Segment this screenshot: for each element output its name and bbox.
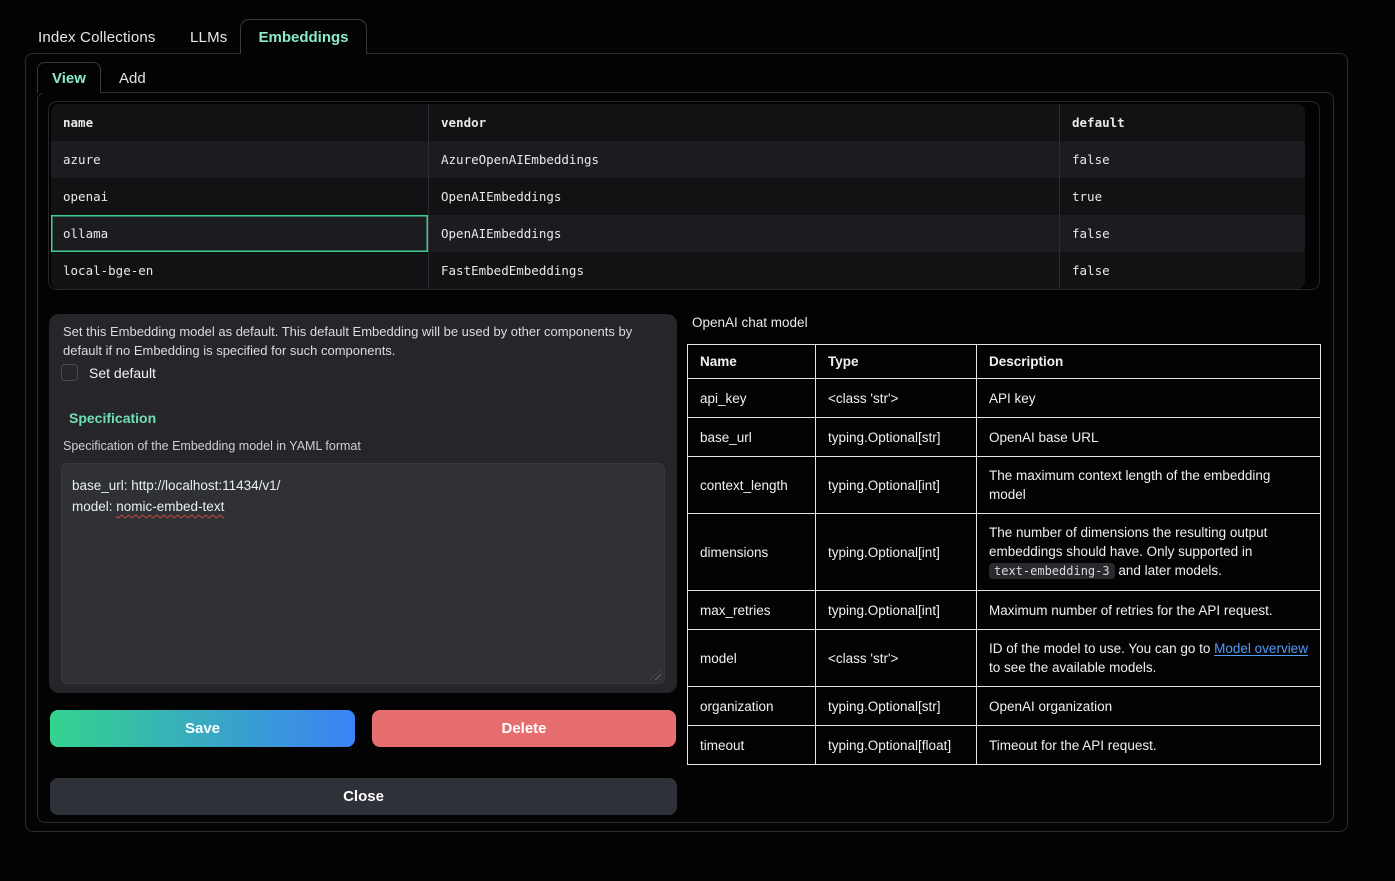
doc-cell-type: typing.Optional[str]: [816, 418, 977, 457]
doc-text: The maximum context length of the embedd…: [989, 468, 1270, 502]
doc-cell-name: dimensions: [688, 514, 816, 591]
default-settings-card: Set this Embedding model as default. Thi…: [49, 314, 677, 693]
app-window: Index Collections LLMs Embeddings View A…: [0, 0, 1395, 881]
doc-cell-description: The maximum context length of the embedd…: [977, 457, 1321, 514]
doc-cell-description: Timeout for the API request.: [977, 726, 1321, 765]
tab-llms[interactable]: LLMs: [190, 29, 227, 46]
embeddings-table-header-row: name vendor default: [51, 104, 1305, 141]
model-doc-header-row: Name Type Description: [688, 345, 1321, 379]
doc-cell-name: context_length: [688, 457, 816, 514]
doc-cell-description: Maximum number of retries for the API re…: [977, 591, 1321, 630]
doc-text: and later models.: [1115, 563, 1222, 578]
doc-cell-type: typing.Optional[int]: [816, 514, 977, 591]
set-default-checkbox[interactable]: [61, 364, 78, 381]
doc-text: OpenAI base URL: [989, 430, 1099, 445]
doc-row: timeouttyping.Optional[float] Timeout for…: [688, 726, 1321, 765]
cell-default[interactable]: false: [1060, 215, 1305, 252]
cell-name[interactable]: ollama: [51, 215, 429, 252]
cell-default[interactable]: true: [1060, 178, 1305, 215]
close-button[interactable]: Close: [50, 778, 677, 815]
set-default-row: Set default: [61, 364, 156, 381]
yaml-model-value: nomic-embed-text: [116, 499, 224, 514]
table-row[interactable]: ollamaOpenAIEmbeddingsfalse: [51, 215, 1305, 252]
embeddings-table: name vendor default azureAzureOpenAIEmbe…: [51, 104, 1305, 289]
table-row[interactable]: openaiOpenAIEmbeddingstrue: [51, 178, 1305, 215]
doc-cell-type: typing.Optional[float]: [816, 726, 977, 765]
tab-embeddings-label: Embeddings: [258, 29, 348, 46]
cell-name[interactable]: openai: [51, 178, 429, 215]
cell-vendor[interactable]: OpenAIEmbeddings: [429, 178, 1060, 215]
column-header-vendor: vendor: [429, 104, 1060, 141]
doc-text: The number of dimensions the resulting o…: [989, 525, 1267, 559]
code-chip: text-embedding-3: [989, 563, 1115, 579]
doc-text: to see the available models.: [989, 660, 1156, 675]
doc-cell-type: typing.Optional[int]: [816, 591, 977, 630]
resize-handle-icon[interactable]: [650, 669, 661, 680]
set-default-label[interactable]: Set default: [89, 365, 156, 381]
doc-cell-type: <class 'str'>: [816, 630, 977, 687]
doc-row: api_key<class 'str'> API key: [688, 379, 1321, 418]
doc-cell-name: max_retries: [688, 591, 816, 630]
embeddings-table-body: azureAzureOpenAIEmbeddingsfalseopenaiOpe…: [51, 141, 1305, 289]
cell-name[interactable]: local-bge-en: [51, 252, 429, 289]
model-doc-title: OpenAI chat model: [692, 315, 808, 330]
embeddings-table-container: name vendor default azureAzureOpenAIEmbe…: [48, 101, 1320, 290]
doc-cell-description: API key: [977, 379, 1321, 418]
doc-text: Maximum number of retries for the API re…: [989, 603, 1273, 618]
doc-row: context_lengthtyping.Optional[int] The ma…: [688, 457, 1321, 514]
doc-column-name: Name: [688, 345, 816, 379]
tab-add[interactable]: Add: [119, 70, 146, 87]
doc-cell-name: organization: [688, 687, 816, 726]
doc-text: Timeout for the API request.: [989, 738, 1157, 753]
doc-row: base_urltyping.Optional[str] OpenAI base …: [688, 418, 1321, 457]
doc-cell-type: typing.Optional[str]: [816, 687, 977, 726]
yaml-spec-editor[interactable]: base_url: http://localhost:11434/v1/ mod…: [61, 463, 665, 684]
doc-cell-name: model: [688, 630, 816, 687]
table-row[interactable]: local-bge-enFastEmbedEmbeddingsfalse: [51, 252, 1305, 289]
cell-default[interactable]: false: [1060, 252, 1305, 289]
doc-cell-description: OpenAI organization: [977, 687, 1321, 726]
doc-cell-type: typing.Optional[int]: [816, 457, 977, 514]
tab-embeddings[interactable]: Embeddings: [240, 19, 367, 54]
tab-index-collections[interactable]: Index Collections: [38, 29, 156, 46]
cell-default[interactable]: false: [1060, 141, 1305, 178]
doc-cell-type: <class 'str'>: [816, 379, 977, 418]
save-button[interactable]: Save: [50, 710, 355, 747]
yaml-line-2: model: nomic-embed-text: [72, 496, 654, 517]
tab-view-label: View: [52, 70, 86, 87]
model-doc-table-body: api_key<class 'str'>API keybase_urltypin…: [688, 379, 1321, 765]
doc-row: organizationtyping.Optional[str] OpenAI o…: [688, 687, 1321, 726]
table-row[interactable]: azureAzureOpenAIEmbeddingsfalse: [51, 141, 1305, 178]
doc-text: API key: [989, 391, 1036, 406]
doc-cell-description: ID of the model to use. You can go to Mo…: [977, 630, 1321, 687]
cell-vendor[interactable]: FastEmbedEmbeddings: [429, 252, 1060, 289]
cell-name[interactable]: azure: [51, 141, 429, 178]
doc-column-type: Type: [816, 345, 977, 379]
doc-cell-name: base_url: [688, 418, 816, 457]
view-panel: name vendor default azureAzureOpenAIEmbe…: [37, 92, 1334, 823]
cell-vendor[interactable]: OpenAIEmbeddings: [429, 215, 1060, 252]
delete-button[interactable]: Delete: [372, 710, 676, 747]
doc-row: dimensionstyping.Optional[int] The number…: [688, 514, 1321, 591]
doc-cell-name: timeout: [688, 726, 816, 765]
cell-vendor[interactable]: AzureOpenAIEmbeddings: [429, 141, 1060, 178]
doc-cell-name: api_key: [688, 379, 816, 418]
doc-cell-description: The number of dimensions the resulting o…: [977, 514, 1321, 591]
doc-link[interactable]: Model overview: [1214, 641, 1308, 656]
yaml-line-1: base_url: http://localhost:11434/v1/: [72, 475, 654, 496]
column-header-default: default: [1060, 104, 1305, 141]
doc-column-description: Description: [977, 345, 1321, 379]
default-description: Set this Embedding model as default. Thi…: [63, 322, 663, 360]
doc-text: OpenAI organization: [989, 699, 1112, 714]
model-doc-table: Name Type Description api_key<class 'str…: [687, 344, 1321, 765]
doc-text: ID of the model to use. You can go to: [989, 641, 1214, 656]
doc-row: max_retriestyping.Optional[int] Maximum n…: [688, 591, 1321, 630]
doc-cell-description: OpenAI base URL: [977, 418, 1321, 457]
column-header-name: name: [51, 104, 429, 141]
tab-view[interactable]: View: [37, 62, 101, 93]
specification-heading: Specification: [69, 410, 156, 426]
doc-row: model<class 'str'>ID of the model to use…: [688, 630, 1321, 687]
specification-caption: Specification of the Embedding model in …: [63, 439, 361, 453]
